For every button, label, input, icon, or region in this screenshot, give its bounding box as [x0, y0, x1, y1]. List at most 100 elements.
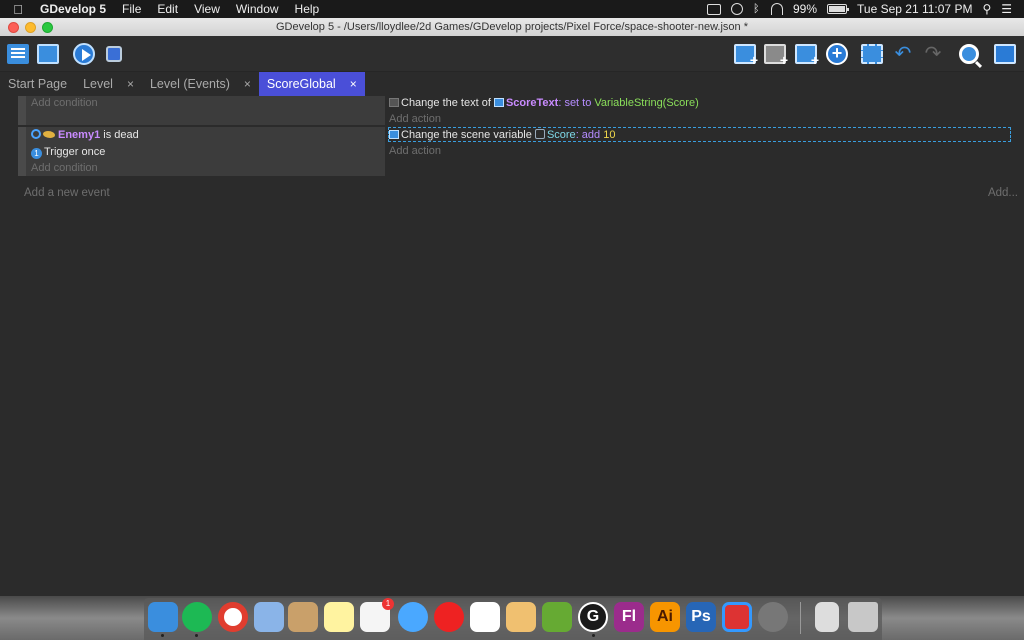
gear-icon: [31, 129, 41, 139]
settings-button[interactable]: [992, 41, 1018, 67]
window-icon: [37, 44, 59, 64]
text-object-icon: [389, 98, 399, 107]
status-area: ᛒ 99% Tue Sep 21 11:07 PM ⚲ ☰: [707, 2, 1024, 16]
menu-file[interactable]: File: [114, 2, 149, 16]
plus-icon: +: [826, 43, 848, 65]
editor-tabs: Start Page Level × Level (Events) × Scor…: [0, 72, 1024, 96]
spaceship-icon: [43, 131, 55, 138]
numbers-icon[interactable]: [470, 602, 500, 632]
scene-variable-icon: [389, 130, 399, 139]
trash-icon[interactable]: [848, 602, 878, 632]
stats-app-icon[interactable]: [542, 602, 572, 632]
youtube-music-icon[interactable]: [434, 602, 464, 632]
tab-start-page[interactable]: Start Page: [0, 72, 75, 96]
tab-scoreglobal[interactable]: ScoreGlobal ×: [258, 72, 365, 96]
menu-view[interactable]: View: [186, 2, 228, 16]
apple-menu-icon[interactable]: : [0, 2, 36, 17]
tab-label: Level: [83, 77, 113, 91]
text-object-icon: [493, 98, 504, 107]
tab-level-events[interactable]: Level (Events) ×: [142, 72, 259, 96]
chrome-icon[interactable]: [218, 602, 248, 632]
event-1-action-1[interactable]: Change the text of ScoreText: set to Var…: [389, 97, 699, 109]
project-manager-button[interactable]: [5, 41, 31, 67]
add-action-link[interactable]: Add action: [389, 145, 441, 157]
delete-selection-button[interactable]: [859, 41, 885, 67]
redo-button[interactable]: ↷: [920, 41, 946, 67]
undo-icon: ↶: [894, 43, 912, 65]
tab-label: ScoreGlobal: [266, 77, 336, 91]
search-icon: [959, 44, 979, 64]
dock: 1 G Fl Ai Ps: [144, 598, 882, 640]
close-icon[interactable]: ×: [350, 77, 357, 91]
event-2-action-1[interactable]: Change the scene variable Score: add 10: [389, 129, 615, 141]
undo-button[interactable]: ↶: [890, 41, 916, 67]
project-manager-icon: [7, 44, 29, 64]
menu-help[interactable]: Help: [287, 2, 328, 16]
macos-menu-bar:  GDevelop 5 File Edit View Window Help …: [0, 0, 1024, 18]
add-new-event-link[interactable]: Add a new event: [24, 187, 110, 199]
search-button[interactable]: [956, 41, 982, 67]
airplay-icon[interactable]: [707, 3, 721, 15]
preview-button[interactable]: [71, 41, 97, 67]
add-comment-button[interactable]: [793, 41, 819, 68]
document-icon[interactable]: [815, 602, 839, 632]
add-condition-link[interactable]: Add condition: [31, 162, 98, 174]
add-action-link[interactable]: Add action: [389, 113, 441, 125]
event-1-conditions[interactable]: Add condition: [18, 96, 385, 125]
variable-icon: [534, 129, 545, 139]
close-icon[interactable]: ×: [127, 77, 134, 91]
bluetooth-icon[interactable]: ᛒ: [753, 3, 761, 15]
window-maximize-button[interactable]: [42, 22, 53, 33]
reminders-badge: 1: [382, 598, 394, 610]
battery-icon[interactable]: [827, 4, 850, 14]
event-2-condition-2[interactable]: 1 Trigger once: [31, 146, 105, 159]
wifi-icon[interactable]: [771, 3, 783, 15]
add-event-icon: [734, 44, 758, 68]
tab-level[interactable]: Level ×: [75, 72, 142, 96]
preview-icon[interactable]: [254, 602, 284, 632]
contacts-icon[interactable]: [288, 602, 318, 632]
event-2-condition-1[interactable]: Enemy1 is dead: [31, 129, 139, 141]
events-sheet[interactable]: Add condition Change the text of ScoreTe…: [0, 96, 1024, 596]
add-subevent-button[interactable]: [762, 41, 788, 68]
fireworks-icon[interactable]: Fl: [614, 602, 644, 632]
debugger-button[interactable]: [101, 41, 127, 67]
menu-window[interactable]: Window: [228, 2, 287, 16]
window-title: GDevelop 5 - /Users/lloydlee/2d Games/GD…: [276, 21, 748, 33]
notes-icon[interactable]: [324, 602, 354, 632]
add-event-button[interactable]: [732, 41, 758, 68]
add-other-button[interactable]: +: [824, 41, 850, 67]
illustrator-icon[interactable]: Ai: [650, 602, 680, 632]
add-more-link[interactable]: Add...: [988, 187, 1018, 199]
window-minimize-button[interactable]: [25, 22, 36, 33]
spotlight-icon[interactable]: ⚲: [982, 2, 991, 16]
editor-toolbar: + ↶ ↷: [0, 36, 1024, 72]
photoshop-icon[interactable]: Ps: [686, 602, 716, 632]
dock-divider: [800, 602, 801, 634]
menu-edit[interactable]: Edit: [149, 2, 186, 16]
add-subevent-icon: [764, 44, 788, 68]
finder-icon[interactable]: [148, 602, 178, 632]
debug-icon: [106, 46, 122, 62]
scene-editor-button[interactable]: [35, 41, 61, 67]
clock[interactable]: Tue Sep 21 11:07 PM: [857, 2, 972, 16]
event-2-conditions[interactable]: Enemy1 is dead 1 Trigger once Add conditi…: [18, 127, 385, 176]
notification-center-icon[interactable]: ☰: [1001, 2, 1012, 16]
reminders-icon[interactable]: 1: [360, 598, 394, 632]
textedit-icon[interactable]: [506, 602, 536, 632]
tab-label: Start Page: [8, 77, 68, 91]
add-condition-link[interactable]: Add condition: [31, 97, 98, 109]
time-machine-icon[interactable]: [731, 3, 743, 15]
menu-app-name[interactable]: GDevelop 5: [36, 2, 114, 16]
messages-icon[interactable]: [398, 602, 428, 632]
close-icon[interactable]: ×: [244, 77, 251, 91]
trigger-once-icon: 1: [31, 148, 42, 159]
tools-icon: [994, 44, 1016, 64]
parallels-icon[interactable]: [722, 602, 752, 632]
window-close-button[interactable]: [8, 22, 19, 33]
spotify-icon[interactable]: [182, 602, 212, 632]
window-title-bar: GDevelop 5 - /Users/lloydlee/2d Games/GD…: [0, 18, 1024, 36]
delete-selection-icon: [861, 44, 883, 64]
gdevelop-icon[interactable]: G: [578, 602, 608, 632]
system-preferences-icon[interactable]: [758, 602, 788, 632]
